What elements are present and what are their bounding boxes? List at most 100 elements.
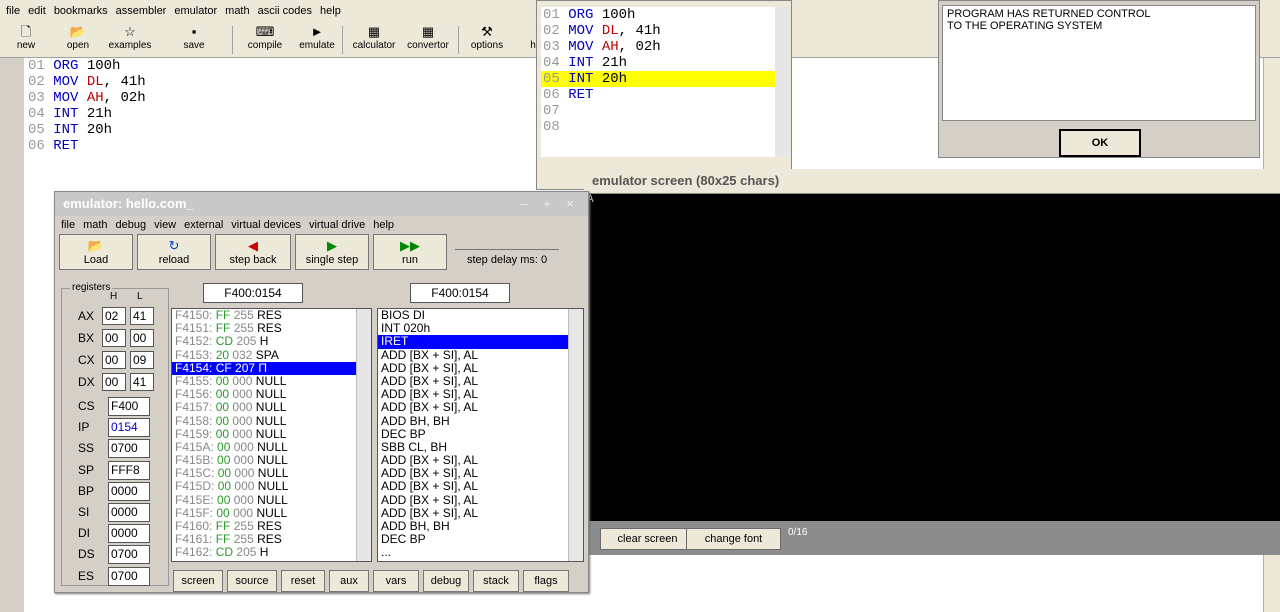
disasm-address-field[interactable]: F400:0154	[410, 283, 510, 303]
disassembly-row[interactable]: ...	[378, 546, 583, 559]
register-ss-value[interactable]: 0700	[108, 439, 150, 459]
code-line[interactable]: 02 MOV DL, 41h	[541, 23, 777, 39]
memory-list[interactable]: F4150: FF 255 RES F4151: FF 255 RES F4152:…	[171, 308, 372, 562]
code-line[interactable]: 06 RET	[28, 138, 146, 154]
disassembly-row[interactable]: ADD [BX + SI], AL	[378, 348, 583, 362]
register-dx-low[interactable]: 41	[130, 373, 154, 391]
menu-math[interactable]: math	[221, 5, 253, 17]
emu-menu-help[interactable]: help	[369, 219, 398, 231]
toolbar-examples-button[interactable]: ☆ examples	[100, 24, 160, 56]
emu-menu-external[interactable]: external	[180, 219, 227, 231]
register-bx-low[interactable]: 00	[130, 329, 154, 347]
menu-emulator[interactable]: emulator	[170, 5, 221, 17]
stack-button[interactable]: stack	[473, 570, 519, 592]
memory-char: Π	[258, 360, 268, 375]
reset-button[interactable]: reset	[281, 570, 325, 592]
register-ax-low[interactable]: 41	[130, 307, 154, 325]
flags-button[interactable]: flags	[523, 570, 569, 592]
code-line[interactable]: 08	[541, 119, 777, 135]
memory-scrollbar[interactable]	[356, 309, 371, 561]
code-line[interactable]: 07	[541, 103, 777, 119]
code-line[interactable]: 05 INT 20h	[28, 122, 146, 138]
disassembly-row[interactable]: IRET	[378, 335, 568, 349]
emu-menu-file[interactable]: file	[57, 219, 79, 231]
toolbar-compile-button[interactable]: ⌨ compile	[240, 24, 290, 56]
disassembly-row[interactable]: ADD [BX + SI], AL	[378, 361, 583, 375]
source-scrollbar[interactable]	[775, 7, 789, 157]
code-line[interactable]: 03 MOV AH, 02h	[541, 39, 777, 55]
toolbar-save-button[interactable]: ▪ save	[170, 24, 218, 56]
code-line[interactable]: 03 MOV AH, 02h	[28, 90, 146, 106]
menu-edit[interactable]: edit	[24, 5, 50, 17]
disassembly-row[interactable]: INT 020h	[378, 322, 583, 335]
step-delay-slider[interactable]	[455, 236, 559, 250]
window-controls[interactable]: – + ×	[520, 192, 580, 216]
clear-screen-button[interactable]: clear screen	[600, 528, 695, 550]
register-ip-value[interactable]: 0154	[108, 418, 150, 438]
register-cx-low[interactable]: 09	[130, 351, 154, 369]
disassembly-row[interactable]: DEC BP	[378, 427, 583, 441]
disassembly-row[interactable]: ADD BH, BH	[378, 414, 583, 428]
register-es-value[interactable]: 0700	[108, 566, 150, 586]
disassembly-row[interactable]: DEC BP	[378, 533, 583, 546]
menu-help[interactable]: help	[316, 5, 345, 17]
run-button[interactable]: ▶▶ run	[373, 234, 447, 270]
toolbar-open-button[interactable]: 📂 open	[58, 24, 98, 56]
register-ax-high[interactable]: 02	[102, 307, 126, 325]
memory-address-field[interactable]: F400:0154	[203, 283, 303, 303]
menu-bookmarks[interactable]: bookmarks	[50, 5, 112, 17]
code-line[interactable]: 02 MOV DL, 41h	[28, 74, 146, 90]
register-si-value[interactable]: 0000	[108, 503, 150, 522]
vars-button[interactable]: vars	[373, 570, 419, 592]
disassembly-row[interactable]: ADD [BX + SI], AL	[378, 493, 583, 507]
memory-dec: 000	[234, 466, 255, 481]
emu-menu-math[interactable]: math	[79, 219, 111, 231]
register-ds-value[interactable]: 0700	[108, 545, 150, 565]
source-listing[interactable]: 01 ORG 100h 02 MOV DL, 41h 03 MOV AH, 02h 0…	[541, 7, 777, 157]
code-line[interactable]: 06 RET	[541, 87, 777, 103]
keyword: MOV	[568, 39, 594, 55]
disassembly-list[interactable]: BIOS DI INT 020h IRET ADD [BX + SI], AL ADD …	[377, 308, 584, 562]
toolbar-emulate-button[interactable]: ► emulate	[290, 24, 344, 56]
load-button[interactable]: 📂 Load	[59, 234, 133, 270]
register-dx-high[interactable]: 00	[102, 373, 126, 391]
disassembly-row[interactable]: ADD [BX + SI], AL	[378, 401, 583, 414]
toolbar-convertor-button[interactable]: ▦ convertor	[400, 24, 456, 56]
toolbar-new-button[interactable]: 🗋 new	[2, 24, 50, 56]
editor-code[interactable]: 01 ORG 100h 02 MOV DL, 41h 03 MOV AH, 02h 0…	[28, 58, 146, 154]
code-line[interactable]: 05 INT 20h	[541, 71, 777, 87]
register-sp-value[interactable]: FFF8	[108, 460, 150, 480]
change-font-button[interactable]: change font	[686, 528, 781, 550]
step-back-button[interactable]: ◀ step back	[215, 234, 291, 270]
memory-char: NULL	[255, 400, 287, 415]
menu-assembler[interactable]: assembler	[112, 5, 171, 17]
disassembly-scrollbar[interactable]	[568, 309, 583, 561]
register-cx-high[interactable]: 00	[102, 351, 126, 369]
memory-row[interactable]: F4162: CD 205 H	[172, 546, 371, 559]
debug-button[interactable]: debug	[423, 570, 469, 592]
emu-menu-virtual-drive[interactable]: virtual drive	[305, 219, 369, 231]
single-step-button[interactable]: ▶ single step	[295, 234, 369, 270]
code-line[interactable]: 01 ORG 100h	[541, 7, 777, 23]
memory-hex: 00	[217, 479, 232, 494]
aux-button[interactable]: aux	[329, 570, 369, 592]
register-bp-value[interactable]: 0000	[108, 481, 150, 501]
source-button[interactable]: source	[227, 570, 277, 592]
screen-button[interactable]: screen	[173, 570, 223, 592]
reload-button[interactable]: ↻ reload	[137, 234, 211, 270]
emu-menu-view[interactable]: view	[150, 219, 180, 231]
code-line[interactable]: 04 INT 21h	[28, 106, 146, 122]
toolbar-options-button[interactable]: ⚒ options	[462, 24, 512, 56]
menu-file[interactable]: file	[2, 5, 24, 17]
register-di-value[interactable]: 0000	[108, 524, 150, 544]
register-bx-high[interactable]: 00	[102, 329, 126, 347]
menu-ascii-codes[interactable]: ascii codes	[254, 5, 316, 17]
disassembly-row[interactable]: ADD [BX + SI], AL	[378, 480, 583, 493]
emu-menu-debug[interactable]: debug	[112, 219, 151, 231]
toolbar-calculator-button[interactable]: ▦ calculator	[346, 24, 402, 56]
code-line[interactable]: 04 INT 21h	[541, 55, 777, 71]
register-cs-value[interactable]: F400	[108, 397, 150, 416]
emu-menu-virtual-devices[interactable]: virtual devices	[227, 219, 305, 231]
code-line[interactable]: 01 ORG 100h	[28, 58, 146, 74]
ok-button[interactable]: OK	[1059, 129, 1141, 157]
